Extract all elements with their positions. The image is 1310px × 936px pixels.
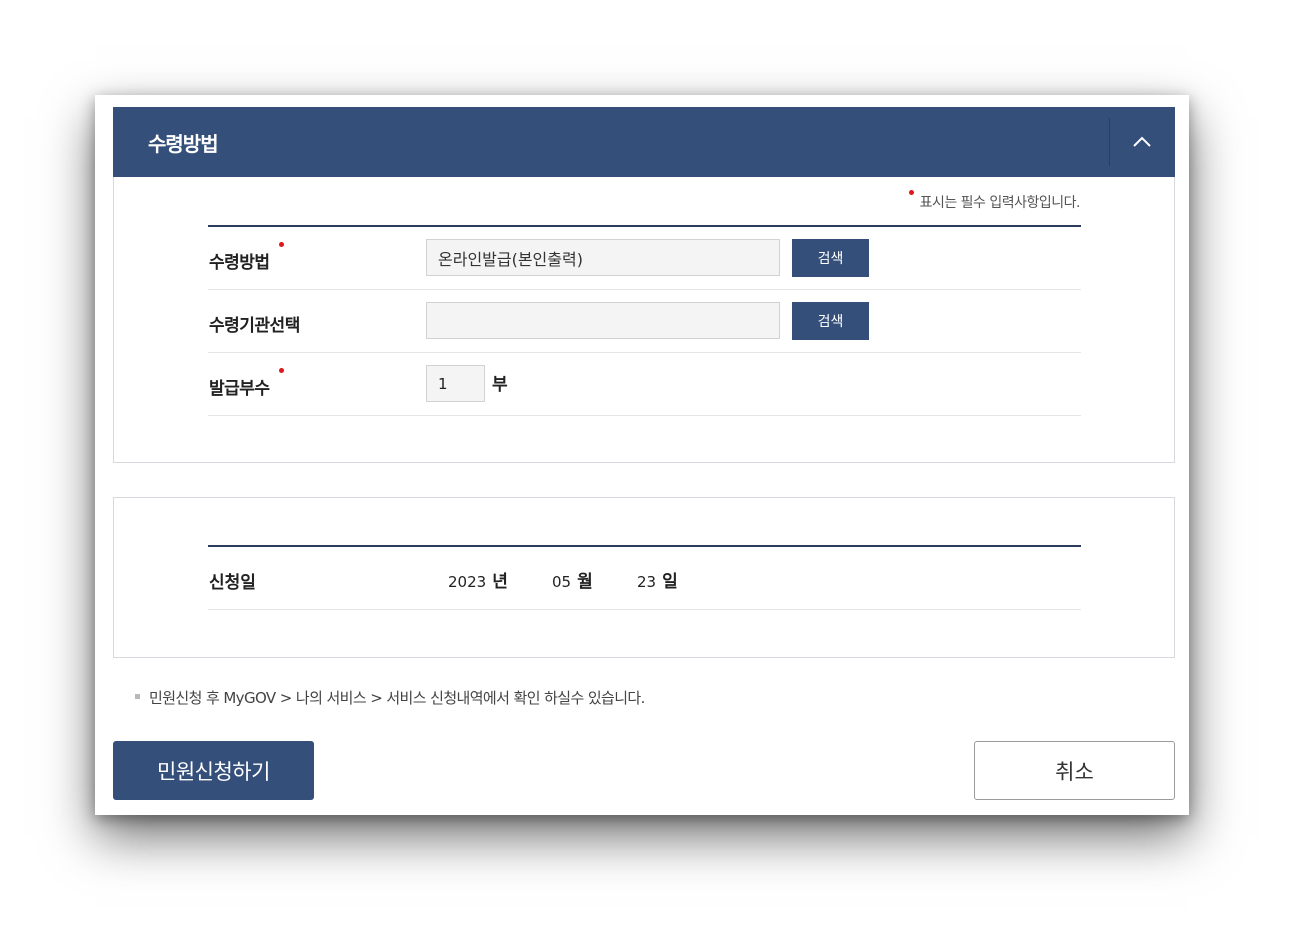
year-value: 2023 — [448, 573, 487, 591]
date-day: 23 일 — [637, 567, 678, 592]
agency-label-text: 수령기관선택 — [209, 316, 300, 336]
chevron-up-icon — [1133, 136, 1151, 147]
copies-unit: 부 — [492, 375, 508, 395]
date-table: 신청일 2023 년 05 월 23 일 — [208, 545, 1081, 610]
cancel-button[interactable]: 취소 — [974, 741, 1175, 800]
application-dialog: 수령방법 표시는 필수 입력사항입니다. 수령방법 온라인발급(본인출력) 검색… — [95, 95, 1189, 815]
date-month: 05 월 — [552, 567, 593, 592]
day-unit: 일 — [662, 572, 678, 592]
month-unit: 월 — [577, 572, 593, 592]
required-note-text: 표시는 필수 입력사항입니다. — [919, 195, 1081, 211]
receive-method-section: 수령방법 표시는 필수 입력사항입니다. 수령방법 온라인발급(본인출력) 검색… — [113, 107, 1175, 463]
agency-search-button[interactable]: 검색 — [792, 302, 869, 340]
form-row-agency: 수령기관선택 검색 — [208, 290, 1081, 353]
method-label: 수령방법 — [209, 242, 284, 273]
notice-text: 민원신청 후 MyGOV > 나의 서비스 > 서비스 신청내역에서 확인 하실… — [149, 689, 645, 707]
date-label: 신청일 — [209, 573, 256, 593]
date-year: 2023 년 — [448, 567, 508, 592]
required-dot — [278, 242, 284, 247]
required-dot — [278, 368, 284, 373]
section-title: 수령방법 — [148, 132, 219, 156]
notice: 민원신청 후 MyGOV > 나의 서비스 > 서비스 신청내역에서 확인 하실… — [135, 687, 645, 708]
agency-label: 수령기관선택 — [209, 311, 300, 336]
method-label-text: 수령방법 — [209, 253, 270, 273]
year-unit: 년 — [492, 572, 508, 592]
date-row: 신청일 2023 년 05 월 23 일 — [208, 547, 1081, 610]
application-date-section: 신청일 2023 년 05 월 23 일 — [113, 497, 1175, 658]
bullet-icon — [135, 694, 140, 699]
receive-form: 수령방법 온라인발급(본인출력) 검색 수령기관선택 검색 발급부수 1 부 — [208, 225, 1081, 416]
copies-label: 발급부수 — [209, 368, 284, 399]
section-header: 수령방법 — [113, 107, 1175, 177]
collapse-button[interactable] — [1110, 107, 1175, 177]
month-value: 05 — [552, 573, 572, 591]
apply-button[interactable]: 민원신청하기 — [113, 741, 314, 800]
form-row-copies: 발급부수 1 부 — [208, 353, 1081, 416]
page: 수령방법 표시는 필수 입력사항입니다. 수령방법 온라인발급(본인출력) 검색… — [0, 0, 1310, 936]
agency-field[interactable] — [426, 302, 780, 339]
required-dot — [908, 190, 914, 195]
form-row-method: 수령방법 온라인발급(본인출력) 검색 — [208, 227, 1081, 290]
method-search-button[interactable]: 검색 — [792, 239, 869, 277]
day-value: 23 — [637, 573, 657, 591]
method-field[interactable]: 온라인발급(본인출력) — [426, 239, 780, 276]
copies-label-text: 발급부수 — [209, 379, 270, 399]
copies-input[interactable]: 1 — [426, 365, 485, 402]
required-note: 표시는 필수 입력사항입니다. — [908, 190, 1081, 212]
